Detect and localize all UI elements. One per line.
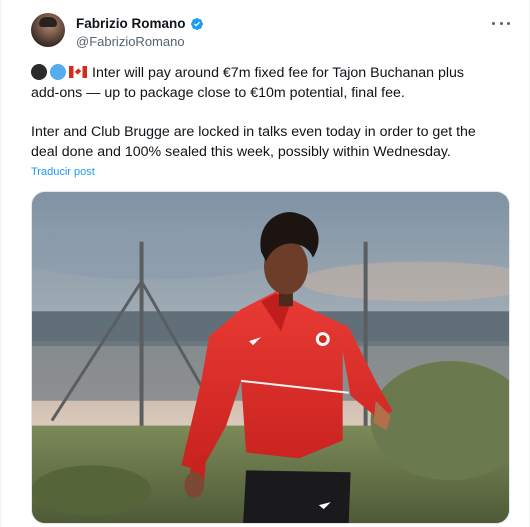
author-display-name[interactable]: Fabrizio Romano (76, 16, 186, 31)
player-photo-illustration (32, 192, 509, 523)
author-handle[interactable]: @FabrizioRomano (76, 34, 204, 49)
display-name-row: Fabrizio Romano (76, 15, 204, 32)
author-avatar[interactable] (31, 13, 65, 47)
tweet-line: deal done and 100% sealed this week, pos… (31, 144, 451, 160)
black-circle-icon (31, 64, 47, 80)
tweet-line: add-ons — up to package close to €10m po… (31, 85, 405, 101)
tweet-paragraph-2: Inter and Club Brugge are locked in talk… (31, 122, 509, 162)
tweet-line: Inter will pay around €7m fixed fee for … (92, 65, 464, 81)
tweet-text: Inter will pay around €7m fixed fee for … (31, 63, 509, 162)
verified-badge-icon (190, 17, 203, 30)
tweet-media-photo[interactable] (31, 191, 510, 524)
author-info: Fabrizio Romano @FabrizioRomano (76, 15, 204, 49)
tweet-card[interactable]: Fabrizio Romano @FabrizioRomano Inter wi… (0, 0, 530, 527)
translate-post-link[interactable]: Traducir post (31, 166, 95, 178)
tweet-line: Inter and Club Brugge are locked in talk… (31, 124, 476, 140)
more-options-icon[interactable] (492, 14, 510, 32)
canada-flag-icon (69, 66, 87, 78)
blue-circle-icon (50, 64, 66, 80)
tweet-paragraph-1: Inter will pay around €7m fixed fee for … (31, 63, 509, 103)
